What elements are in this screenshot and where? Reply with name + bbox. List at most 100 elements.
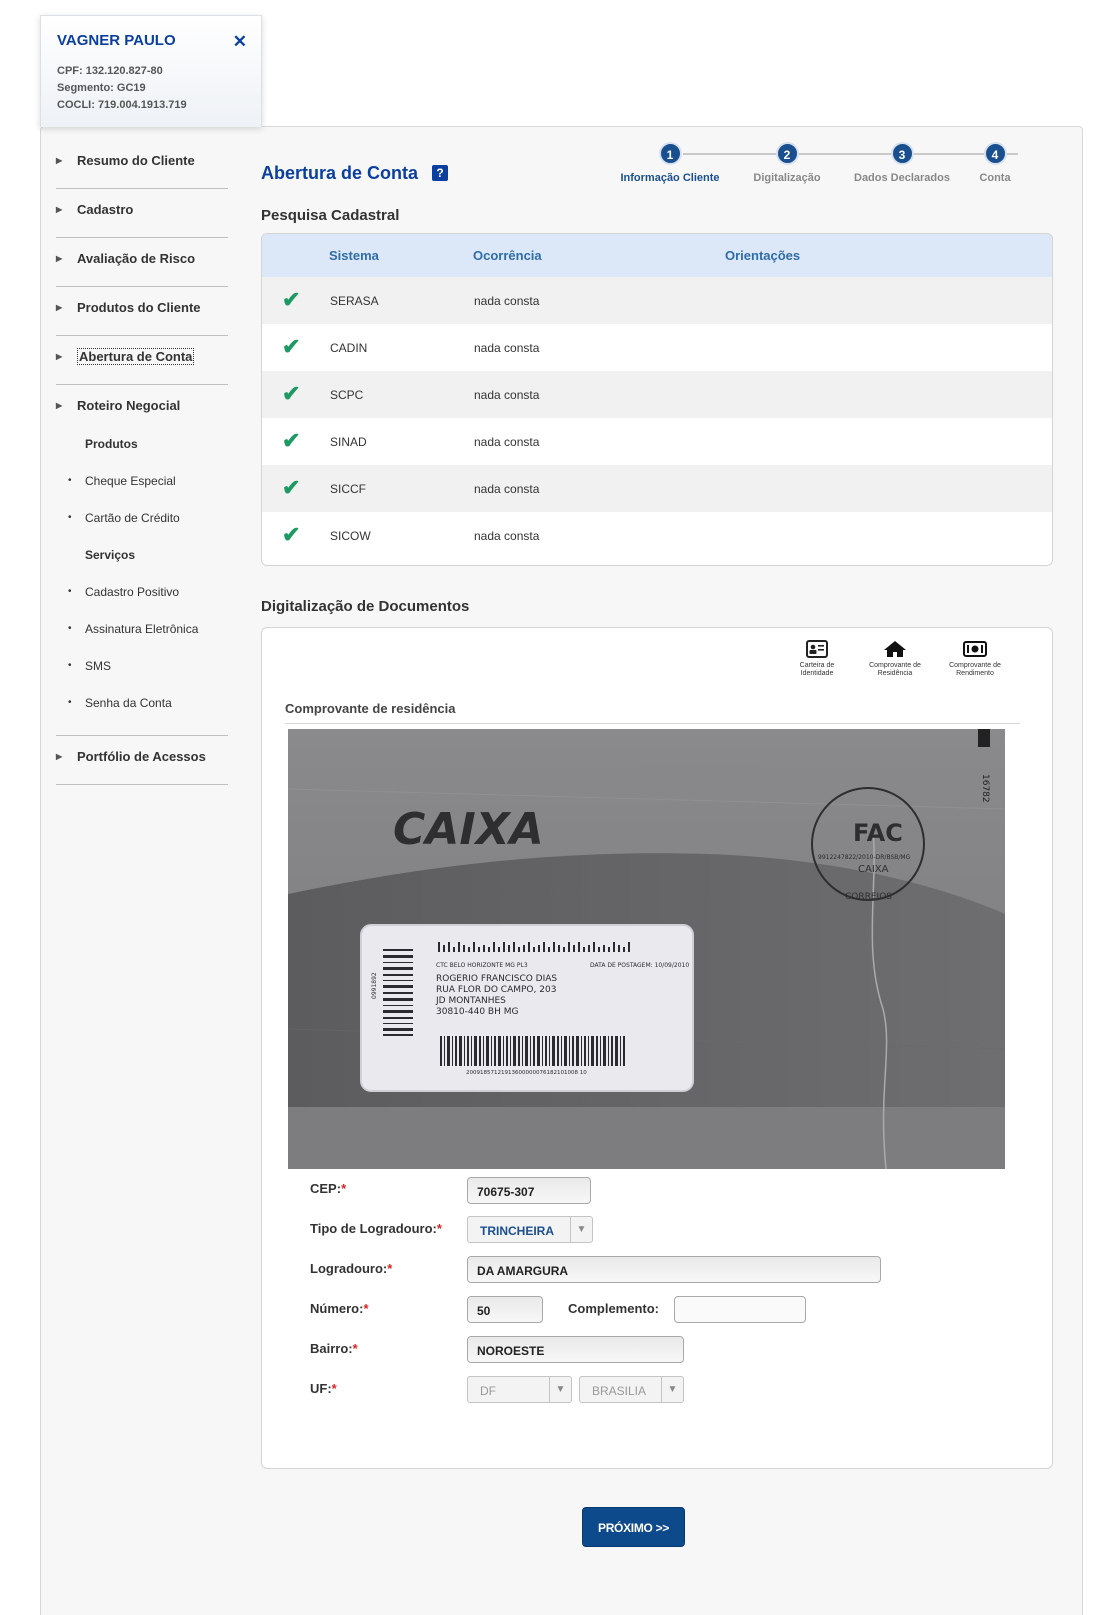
arrow-right-icon: ▶ bbox=[56, 303, 63, 312]
sidebar-item-produtos-cliente[interactable]: ▶ Produtos do Cliente bbox=[56, 287, 228, 336]
next-button[interactable]: PRÓXIMO >> bbox=[582, 1507, 685, 1547]
home-icon bbox=[884, 641, 906, 657]
sidebar-link-cheque-especial[interactable]: Cheque Especial bbox=[56, 466, 228, 503]
sidebar-link-cartao-credito[interactable]: Cartão de Crédito bbox=[56, 503, 228, 540]
sidebar-link-sms[interactable]: SMS bbox=[56, 651, 228, 688]
help-icon[interactable]: ? bbox=[432, 165, 448, 181]
numero-input[interactable]: 50 bbox=[467, 1296, 543, 1323]
money-icon bbox=[963, 641, 987, 657]
step-number: 2 bbox=[775, 142, 799, 165]
table-row: ✔ SERASA nada consta bbox=[262, 277, 1052, 324]
required-mark: * bbox=[387, 1261, 393, 1276]
sidebar-item-avaliacao-risco[interactable]: ▶ Avaliação de Risco bbox=[56, 238, 228, 287]
step-label: Digitalização bbox=[753, 172, 821, 184]
sidebar-item-portfolio[interactable]: ▶ Portfólio de Acessos bbox=[56, 736, 228, 785]
sidebar-link-senha-conta[interactable]: Senha da Conta bbox=[56, 688, 228, 725]
sidebar-item-cadastro[interactable]: ▶ Cadastro bbox=[56, 189, 228, 238]
arrow-right-icon: ▶ bbox=[56, 401, 63, 410]
bairro-input[interactable]: NOROESTE bbox=[467, 1336, 684, 1363]
cep-label-text: CEP: bbox=[310, 1181, 342, 1196]
table-header: Sistema Ocorrência Orientações bbox=[262, 234, 1052, 277]
col-sistema: Sistema bbox=[329, 248, 379, 263]
arrow-right-icon: ▶ bbox=[56, 254, 63, 263]
sidebar-link-cadastro-positivo[interactable]: Cadastro Positivo bbox=[56, 577, 228, 614]
stamp-caixa-text: CAIXA bbox=[858, 864, 889, 875]
table-row: ✔ SICOW nada consta bbox=[262, 512, 1052, 559]
stamp-correios-text: CORREIOS bbox=[845, 892, 892, 902]
brand-logo-text: CAIXA bbox=[393, 804, 544, 855]
progress-stepper: 1 Informação Cliente 2 Digitalização 3 D… bbox=[615, 142, 1050, 187]
sidebar-item-label: Roteiro Negocial bbox=[77, 398, 181, 413]
sidebar-item-resumo[interactable]: ▶ Resumo do Cliente bbox=[56, 140, 228, 189]
table-row: ✔ SCPC nada consta bbox=[262, 371, 1052, 418]
step-informacao-cliente: 1 Informação Cliente bbox=[615, 142, 725, 184]
doc-type-icons: Carteira de Identidade Comprovante de Re… bbox=[782, 640, 1012, 690]
sidebar-item-roteiro-negocial[interactable]: ▶ Roteiro Negocial bbox=[56, 385, 228, 429]
sidebar-item-label: Produtos do Cliente bbox=[77, 300, 201, 315]
chevron-down-icon: ▼ bbox=[661, 1377, 683, 1402]
arrow-right-icon: ▶ bbox=[56, 156, 63, 165]
divider bbox=[285, 723, 1020, 724]
required-mark: * bbox=[352, 1341, 358, 1356]
arrow-right-icon: ▶ bbox=[56, 205, 63, 214]
doc-subtitle: Comprovante de residência bbox=[285, 701, 456, 716]
uf-label: UF:* bbox=[310, 1381, 337, 1396]
address-line-1: ROGERIO FRANCISCO DIAS bbox=[436, 974, 557, 984]
doc-type-label: Comprovante de bbox=[949, 662, 1001, 669]
sidebar-item-label: Abertura de Conta bbox=[77, 348, 195, 365]
logradouro-label: Logradouro:* bbox=[310, 1261, 392, 1276]
table-row: ✔ SINAD nada consta bbox=[262, 418, 1052, 465]
complemento-label: Complemento: bbox=[568, 1301, 659, 1316]
pesquisa-title: Pesquisa Cadastral bbox=[261, 207, 400, 224]
step-number: 3 bbox=[890, 142, 914, 165]
barcode-number-text: 20091857121913600000076182101008 10 bbox=[466, 1070, 587, 1076]
sidebar-item-label: Avaliação de Risco bbox=[77, 251, 196, 266]
sidebar-item-label: Cadastro bbox=[77, 202, 134, 217]
client-cocli: COCLI: 719.004.1913.719 bbox=[57, 99, 187, 111]
required-mark: * bbox=[363, 1301, 369, 1316]
uf-select[interactable]: DF ▼ bbox=[467, 1376, 572, 1403]
sidebar-subheading-servicos: Serviços bbox=[85, 548, 136, 562]
side-code-text: 16782 bbox=[980, 774, 990, 803]
step-label: Informação Cliente bbox=[620, 172, 720, 184]
complemento-input[interactable] bbox=[674, 1296, 806, 1323]
required-mark: * bbox=[331, 1381, 337, 1396]
doc-type-label: Rendimento bbox=[956, 670, 994, 677]
doc-type-label: Residência bbox=[877, 670, 913, 677]
required-mark: * bbox=[341, 1181, 347, 1196]
cep-input[interactable]: 70675-307 bbox=[467, 1177, 591, 1204]
address-line-4: 30810-440 BH MG bbox=[436, 1007, 518, 1017]
tipo-logradouro-select[interactable]: TRINCHEIRA ▼ bbox=[467, 1216, 593, 1243]
sidebar-item-label: Portfólio de Acessos bbox=[77, 749, 206, 764]
table-row: ✔ CADIN nada consta bbox=[262, 324, 1052, 371]
logradouro-input[interactable]: DA AMARGURA bbox=[467, 1256, 881, 1283]
client-cpf: CPF: 132.120.827-80 bbox=[57, 65, 163, 77]
cell-ocorrencia: nada consta bbox=[474, 435, 540, 449]
doc-type-label: Identidade bbox=[800, 670, 834, 677]
step-label: Conta bbox=[979, 172, 1011, 184]
doc-type-rendimento[interactable]: Comprovante de Rendimento bbox=[940, 640, 1010, 678]
check-icon: ✔ bbox=[282, 428, 301, 453]
check-icon: ✔ bbox=[282, 522, 301, 547]
client-info: CPF: 132.120.827-80 Segmento: GC19 COCLI… bbox=[57, 63, 245, 114]
cidade-value: BRASILIA bbox=[592, 1384, 647, 1398]
sidebar-item-abertura-conta[interactable]: ▶ Abertura de Conta bbox=[56, 336, 228, 385]
cell-ocorrencia: nada consta bbox=[474, 388, 540, 402]
client-name: VAGNER PAULO bbox=[57, 32, 176, 49]
scanned-document-image: CAIXA FAC 9912247822/2010-DR/BSB/MG CAIX… bbox=[288, 729, 1005, 1169]
sidebar-item-label: Resumo do Cliente bbox=[77, 153, 195, 168]
data-postagem-text: DATA DE POSTAGEM: 10/09/2010 bbox=[590, 962, 689, 969]
sidebar-link-assinatura-eletronica[interactable]: Assinatura Eletrônica bbox=[56, 614, 228, 651]
cell-sistema: SICOW bbox=[330, 529, 371, 543]
doc-type-identidade[interactable]: Carteira de Identidade bbox=[782, 640, 852, 678]
stamp-fac-text: FAC bbox=[853, 819, 903, 847]
chevron-down-icon: ▼ bbox=[549, 1377, 571, 1402]
cidade-select[interactable]: BRASILIA ▼ bbox=[579, 1376, 684, 1403]
cell-ocorrencia: nada consta bbox=[474, 482, 540, 496]
sidebar-group-roteiro: ▶ Roteiro Negocial Produtos Cheque Espec… bbox=[56, 385, 228, 736]
logradouro-label-text: Logradouro: bbox=[310, 1261, 388, 1276]
id-card-icon bbox=[806, 640, 828, 658]
close-icon[interactable]: ✕ bbox=[233, 32, 247, 52]
doc-type-residencia[interactable]: Comprovante de Residência bbox=[860, 640, 930, 678]
scanned-envelope: CAIXA FAC 9912247822/2010-DR/BSB/MG CAIX… bbox=[288, 729, 1005, 1169]
